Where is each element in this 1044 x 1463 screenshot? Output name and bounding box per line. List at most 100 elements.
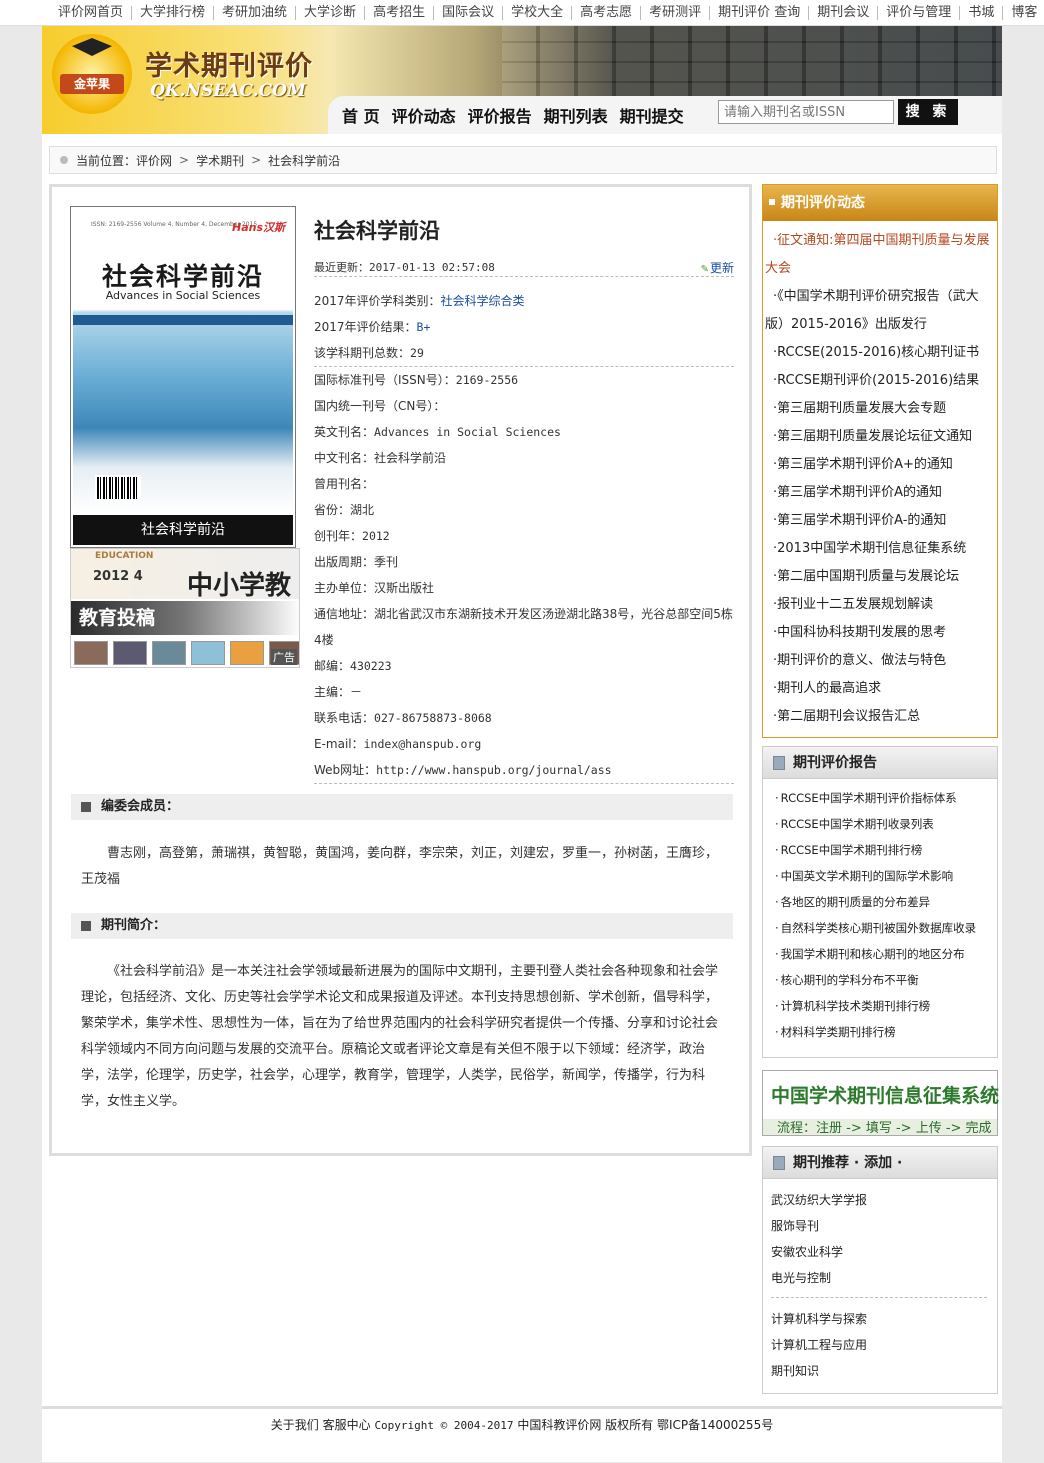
news-item[interactable]: ·第三届学术期刊评价A+的通知 [763, 451, 997, 479]
news-item[interactable]: ·2013中国学术期刊信息征集系统 [763, 535, 997, 563]
ad-thumbnail[interactable] [230, 641, 264, 665]
top-nav-item[interactable]: 高考志愿 [572, 5, 642, 20]
breadcrumb-item[interactable]: 社会科学前沿 [268, 152, 340, 169]
cover-publisher-mark: Hans汉斯 [231, 221, 285, 234]
ad-thumbnail[interactable] [191, 641, 225, 665]
footer: 关于我们 客服中心 Copyright © 2004-2017 中国科教评价网 … [42, 1406, 1002, 1462]
ad-year-text: 2012 4 [93, 569, 143, 584]
news-item[interactable]: ·征文通知:第四届中国期刊质量与发展大会 [763, 227, 997, 283]
info-label: 主编： [314, 685, 351, 699]
news-box-title: 期刊评价动态 [781, 195, 865, 211]
top-nav-item[interactable]: 大学诊断 [296, 5, 366, 20]
recommend-item[interactable]: 服饰导刊 [763, 1213, 997, 1239]
top-nav-item[interactable]: 大学排行榜 [132, 5, 215, 20]
recommend-item[interactable]: 期刊知识 [763, 1358, 997, 1384]
info-label: 邮编： [314, 659, 351, 673]
journal-info-list: 2017年评价学科类别：社会科学综合类 2017年评价结果：B+ 该学科期刊总数：2… [314, 288, 734, 784]
ad-thumbnail[interactable] [152, 641, 186, 665]
news-item[interactable]: ·第二届中国期刊质量与发展论坛 [763, 563, 997, 591]
footer-links[interactable]: 关于我们 客服中心 [271, 1418, 371, 1432]
report-item[interactable]: RCCSE中国学术期刊评价指标体系 [763, 785, 997, 811]
report-item[interactable]: 自然科学类核心期刊被国外数据库收录 [763, 915, 997, 941]
top-nav-item[interactable]: 期刊会议 [809, 5, 879, 20]
top-nav-item[interactable]: 评价与管理 [878, 5, 961, 20]
ad-banner[interactable]: EDUCATION 2012 4 中小学教育 教育投稿 广告 [70, 548, 300, 668]
info-row: 主编：－ [314, 679, 734, 705]
top-nav-item[interactable]: 国际会议 [434, 5, 504, 20]
info-value: 湖北省武汉市东湖新技术开发区汤逊湖北路38号，光谷总部空间5栋4楼 [314, 607, 733, 647]
report-item[interactable]: 中国英文学术期刊的国际学术影响 [763, 863, 997, 889]
search-button[interactable]: 搜 索 [898, 99, 958, 125]
recommend-box: 期刊推荐 · 添加 · 武汉纺织大学学报 服饰导刊 安徽农业科学 电光与控制 计算机科… [762, 1146, 998, 1394]
ad-thumbnail[interactable] [74, 641, 108, 665]
info-value[interactable]: B+ [417, 320, 431, 334]
ad-thumbnail[interactable] [113, 641, 147, 665]
news-item[interactable]: ·RCCSE期刊评价(2015-2016)结果 [763, 367, 997, 395]
info-label: 主办单位： [314, 581, 375, 595]
news-item[interactable]: ·中国科协科技期刊发展的思考 [763, 619, 997, 647]
breadcrumb-item[interactable]: 学术期刊 [196, 152, 244, 169]
info-value: 汉斯出版社 [374, 581, 435, 595]
top-nav-item[interactable]: 评价网首页 [50, 5, 133, 20]
top-nav-item[interactable]: 考研测评 [641, 5, 711, 20]
logo-text: 金苹果 [60, 74, 124, 94]
top-nav-item[interactable]: 书城 [960, 5, 1004, 20]
news-item[interactable]: ·报刊业十二五发展规划解读 [763, 591, 997, 619]
info-value[interactable]: 社会科学综合类 [441, 294, 525, 308]
main-nav-item[interactable]: 期刊提交 [620, 103, 684, 127]
top-nav-item[interactable]: 博客 [1003, 5, 1044, 20]
info-label: 中文刊名： [314, 451, 375, 465]
news-item[interactable]: ·第三届期刊质量发展大会专题 [763, 395, 997, 423]
editorial-members: 曹志刚，高登第，萧瑞祺，黄智聪，黄国鸿，姜向群，李宗荣，刘正，刘建宏，罗重一，孙… [81, 846, 719, 887]
recommend-item[interactable]: 安徽农业科学 [763, 1239, 997, 1265]
report-box-header: 期刊评价报告 [763, 747, 997, 779]
recommend-item[interactable]: 计算机科学与探索 [763, 1306, 997, 1332]
report-item[interactable]: 各地区的期刊质量的分布差异 [763, 889, 997, 915]
report-item[interactable]: RCCSE中国学术期刊收录列表 [763, 811, 997, 837]
news-item[interactable]: ·第三届学术期刊评价A的通知 [763, 479, 997, 507]
site-name[interactable]: 学术期刊评价 [145, 44, 313, 83]
info-row: 主办单位：汉斯出版社 [314, 575, 734, 601]
banner-title: 中国学术期刊信息征集系统 [771, 1085, 1000, 1107]
breadcrumb-separator: > [251, 153, 262, 167]
news-item[interactable]: ·第三届期刊质量发展论坛征文通知 [763, 423, 997, 451]
info-label: 曾用刊名： [314, 477, 375, 491]
recommend-item[interactable]: 电光与控制 [763, 1265, 997, 1291]
info-label: 国际标准刊号（ISSN号）： [314, 373, 456, 387]
main-nav-item[interactable]: 期刊列表 [544, 103, 608, 127]
journal-cover[interactable]: ISSN: 2169-2556 Volume 4, Number 4, Dece… [70, 206, 296, 548]
search-input[interactable] [718, 100, 894, 124]
update-link[interactable]: 更新 [701, 259, 734, 276]
main-nav-item[interactable]: 评价报告 [468, 103, 532, 127]
news-item[interactable]: ·期刊评价的意义、做法与特色 [763, 647, 997, 675]
info-row: 曾用刊名： [314, 471, 734, 497]
report-item[interactable]: 我国学术期刊和核心期刊的地区分布 [763, 941, 997, 967]
main-nav-item[interactable]: 首 页 [342, 103, 380, 127]
report-item[interactable]: 核心期刊的学科分布不平衡 [763, 967, 997, 993]
report-item[interactable]: 材料科学类期刊排行榜 [763, 1019, 997, 1045]
top-nav-item[interactable]: 考研加油统 [214, 5, 297, 20]
top-nav-item[interactable]: 高考招生 [365, 5, 435, 20]
info-label: 该学科期刊总数： [314, 346, 411, 360]
info-value: 430223 [350, 659, 392, 673]
info-row: 出版周期：季刊 [314, 549, 734, 575]
recommend-box-title[interactable]: 期刊推荐 · 添加 · [793, 1155, 902, 1171]
recommend-item[interactable]: 武汉纺织大学学报 [763, 1187, 997, 1213]
main-nav-item[interactable]: 评价动态 [392, 103, 456, 127]
info-value: 027-86758873-8068 [374, 711, 492, 725]
collection-system-banner[interactable]: 中国学术期刊信息征集系统 流程：注册 -> 填写 -> 上传 -> 完成 [762, 1070, 1000, 1136]
update-label: 最近更新： [314, 261, 369, 274]
breadcrumb-item[interactable]: 评价网 [136, 152, 172, 169]
info-value: index@hanspub.org [363, 737, 482, 751]
news-item[interactable]: ·第二届期刊会议报告汇总 [763, 703, 997, 731]
report-item[interactable]: RCCSE中国学术期刊排行榜 [763, 837, 997, 863]
update-line: 最近更新：2017-01-13 02:57:08 更新 [314, 259, 734, 277]
news-item[interactable]: ·RCCSE(2015-2016)核心期刊证书 [763, 339, 997, 367]
news-item[interactable]: ·《中国学术期刊评价研究报告（武大版）2015-2016》出版发行 [763, 283, 997, 339]
news-item[interactable]: ·期刊人的最高追求 [763, 675, 997, 703]
top-nav-item[interactable]: 学校大全 [503, 5, 573, 20]
top-nav-item[interactable]: 期刊评价 查询 [710, 5, 810, 20]
report-item[interactable]: 计算机科学技术类期刊排行榜 [763, 993, 997, 1019]
recommend-item[interactable]: 计算机工程与应用 [763, 1332, 997, 1358]
news-item[interactable]: ·第三届学术期刊评价A-的通知 [763, 507, 997, 535]
